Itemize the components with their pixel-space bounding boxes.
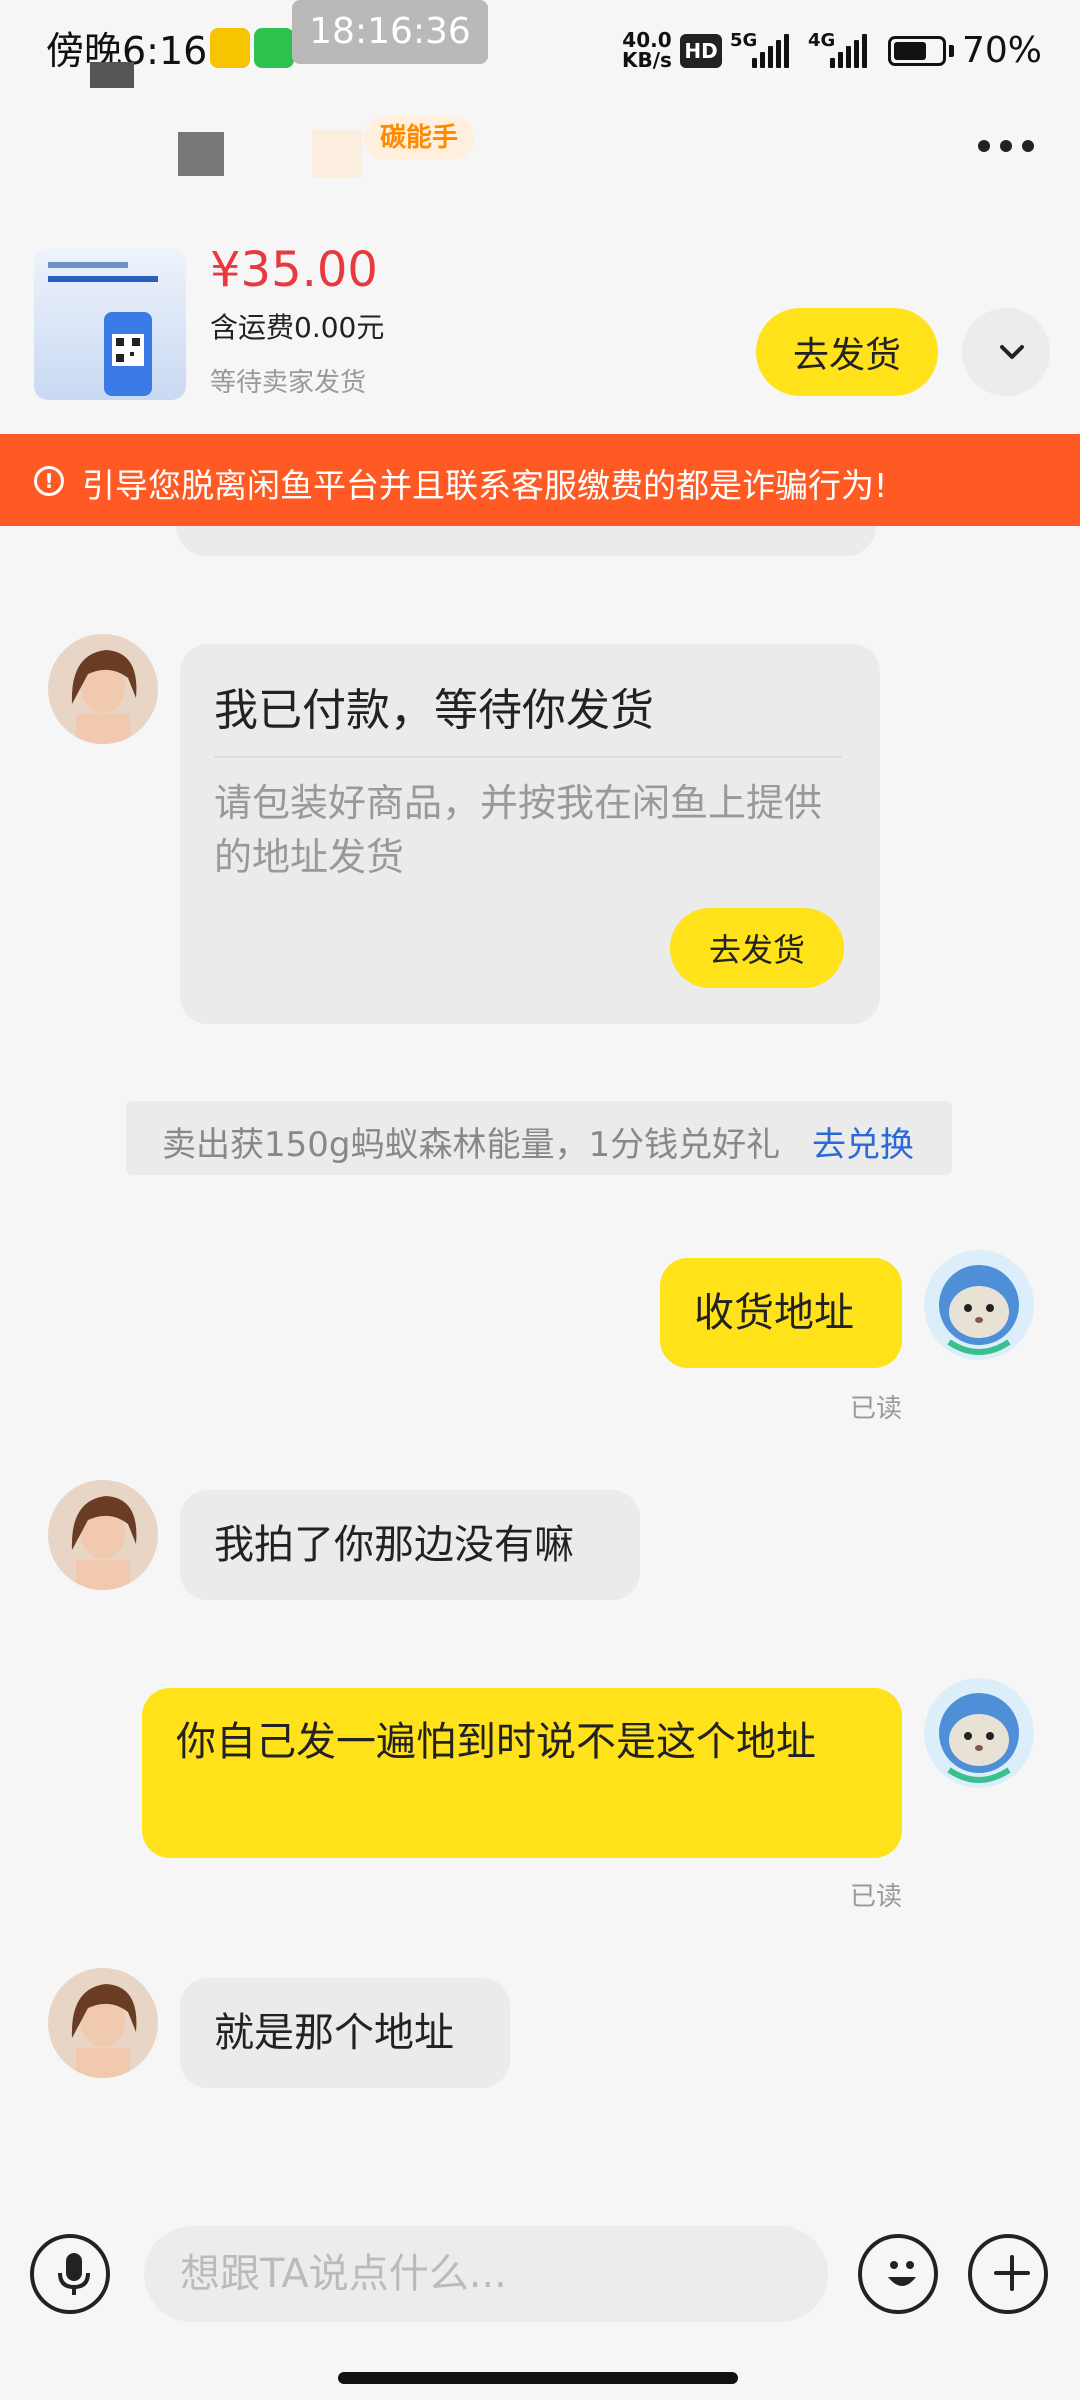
message-text: 我拍了你那边没有嘛 (214, 1522, 574, 1568)
product-thumbnail[interactable] (34, 248, 186, 400)
emoji-button[interactable] (858, 2234, 938, 2314)
emoji-icon (888, 2261, 916, 2286)
previous-bubble (176, 526, 876, 556)
buyer-avatar[interactable] (48, 634, 158, 744)
chat-header (0, 100, 1080, 250)
hd-badge: HD (680, 34, 722, 68)
expand-button[interactable] (962, 308, 1050, 396)
net-speed-unit: KB/s (622, 48, 672, 72)
redeem-link[interactable]: 去兑换 (812, 1117, 914, 1166)
payment-card-body: 请包装好商品，并按我在闲鱼上提供的地址发货 (214, 781, 823, 879)
avatar-image (924, 1250, 1034, 1360)
battery-tip (949, 45, 954, 57)
warning-text: 引导您脱离闲鱼平台并且联系客服缴费的都是诈骗行为! (82, 466, 888, 505)
clock-overlay: 18:16:36 (292, 0, 488, 64)
shipping-fee: 含运费0.00元 (210, 311, 385, 344)
app-notification-icon (210, 28, 250, 68)
battery-icon (888, 36, 946, 66)
plus-icon (994, 2255, 1030, 2291)
notice-text: 卖出获150g蚂蚁森林能量，1分钱兑好礼 (162, 1125, 781, 1165)
voice-button[interactable] (30, 2234, 110, 2314)
card-ship-button[interactable]: 去发货 (670, 908, 844, 988)
voice-icon (58, 2253, 90, 2295)
net-speed: 40.0 KB/s (622, 30, 672, 70)
warning-icon: ! (34, 466, 64, 496)
order-status: 等待卖家发货 (210, 368, 367, 398)
payment-card-title: 我已付款，等待你发货 (214, 685, 654, 736)
buyer-avatar[interactable] (48, 1968, 158, 2078)
ship-button[interactable]: 去发货 (756, 308, 938, 396)
self-avatar[interactable] (924, 1678, 1034, 1788)
avatar-image (48, 1480, 158, 1590)
self-avatar[interactable] (924, 1250, 1034, 1360)
divider (214, 756, 842, 758)
read-status: 已读 (850, 1882, 903, 1912)
chevron-down-icon (1000, 345, 1024, 359)
message-input[interactable] (144, 2226, 828, 2322)
battery-percent: 70% (962, 30, 1043, 71)
avatar-image (48, 1968, 158, 2078)
product-image-icon (48, 262, 158, 396)
more-icon[interactable] (978, 140, 1034, 152)
battery-fill (894, 42, 926, 60)
read-status: 已读 (850, 1394, 903, 1424)
product-price: ¥35.00 (210, 242, 378, 298)
signal-icon (752, 34, 789, 68)
wechat-icon (254, 28, 294, 68)
buyer-avatar[interactable] (48, 1480, 158, 1590)
seller-tag: 碳能手 (364, 116, 475, 160)
signal-icon-2 (830, 34, 867, 68)
redacted-block (178, 132, 224, 176)
message-text: 就是那个地址 (214, 2010, 454, 2056)
net-speed-value: 40.0 (622, 28, 672, 52)
redacted-block (90, 62, 134, 88)
avatar-image (924, 1678, 1034, 1788)
avatar-image (48, 634, 158, 744)
home-indicator[interactable] (338, 2372, 738, 2384)
message-text: 你自己发一遍怕到时说不是这个地址 (176, 1719, 816, 1765)
plus-button[interactable] (968, 2234, 1048, 2314)
message-text: 收货地址 (694, 1290, 854, 1336)
redacted-block (312, 130, 362, 178)
